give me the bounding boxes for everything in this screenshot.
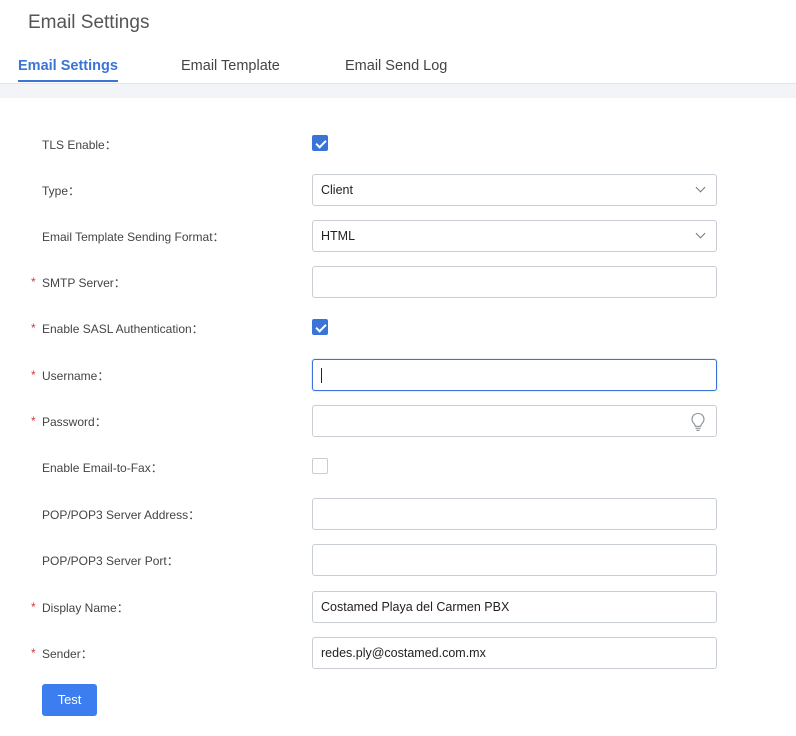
pop-server-address-input[interactable] <box>312 498 717 530</box>
chevron-down-icon <box>695 228 706 239</box>
username-input[interactable] <box>312 359 717 391</box>
sending-format-label: Email Template Sending Format： <box>42 230 225 244</box>
content-strip <box>0 84 796 98</box>
smtp-server-label: SMTP Server： <box>42 276 126 290</box>
required-marker: * <box>31 600 36 614</box>
required-marker: * <box>31 368 36 382</box>
type-label: Type： <box>42 184 81 198</box>
text-caret <box>321 368 322 383</box>
row-pop-server-port: POP/POP3 Server Port： <box>12 544 796 576</box>
sending-format-value: HTML <box>321 229 356 243</box>
display-name-label: Display Name： <box>42 601 129 615</box>
page-title: Email Settings <box>28 12 150 33</box>
sending-format-select[interactable]: HTML <box>312 220 717 252</box>
tls-enable-label: TLS Enable： <box>42 138 117 152</box>
required-marker: * <box>31 321 36 335</box>
required-marker: * <box>31 275 36 289</box>
sender-label: Sender： <box>42 647 93 661</box>
tab-email-settings[interactable]: Email Settings <box>18 58 118 82</box>
row-sending-format: Email Template Sending Format： HTML <box>12 220 796 252</box>
test-button[interactable]: Test <box>42 684 97 716</box>
sasl-auth-checkbox[interactable] <box>312 319 328 335</box>
tls-enable-checkbox[interactable] <box>312 135 328 151</box>
required-marker: * <box>31 646 36 660</box>
row-tls-enable: TLS Enable： <box>12 128 796 160</box>
row-sasl-auth: * Enable SASL Authentication： <box>12 312 796 344</box>
row-type: Type： Client <box>12 174 796 206</box>
tab-bar: Email Settings Email Template Email Send… <box>0 50 796 84</box>
lightbulb-icon[interactable] <box>690 412 706 432</box>
row-smtp-server: * SMTP Server： <box>12 266 796 298</box>
row-display-name: * Display Name： Costamed Playa del Carme… <box>12 591 796 623</box>
type-select-value: Client <box>321 183 353 197</box>
pop-server-address-label: POP/POP3 Server Address： <box>42 508 201 522</box>
pop-server-port-label: POP/POP3 Server Port： <box>42 554 179 568</box>
row-username: * Username： <box>12 359 796 391</box>
email-to-fax-label: Enable Email-to-Fax： <box>42 461 163 475</box>
settings-form: TLS Enable： Type： Client Email Template … <box>12 98 796 736</box>
sender-input[interactable]: redes.ply@costamed.com.mx <box>312 637 717 669</box>
chevron-down-icon <box>695 182 706 193</box>
row-email-to-fax: Enable Email-to-Fax： <box>12 451 796 483</box>
display-name-input[interactable]: Costamed Playa del Carmen PBX <box>312 591 717 623</box>
sasl-auth-label: Enable SASL Authentication： <box>42 322 204 336</box>
row-password: * Password： <box>12 405 796 437</box>
type-select[interactable]: Client <box>312 174 717 206</box>
username-label: Username： <box>42 369 110 383</box>
row-pop-server-address: POP/POP3 Server Address： <box>12 498 796 530</box>
password-label: Password： <box>42 415 107 429</box>
tab-email-send-log[interactable]: Email Send Log <box>345 58 447 80</box>
tab-email-template[interactable]: Email Template <box>181 58 280 80</box>
row-sender: * Sender： redes.ply@costamed.com.mx <box>12 637 796 669</box>
email-to-fax-checkbox[interactable] <box>312 458 328 474</box>
password-input[interactable] <box>312 405 717 437</box>
required-marker: * <box>31 414 36 428</box>
smtp-server-input[interactable] <box>312 266 717 298</box>
pop-server-port-input[interactable] <box>312 544 717 576</box>
